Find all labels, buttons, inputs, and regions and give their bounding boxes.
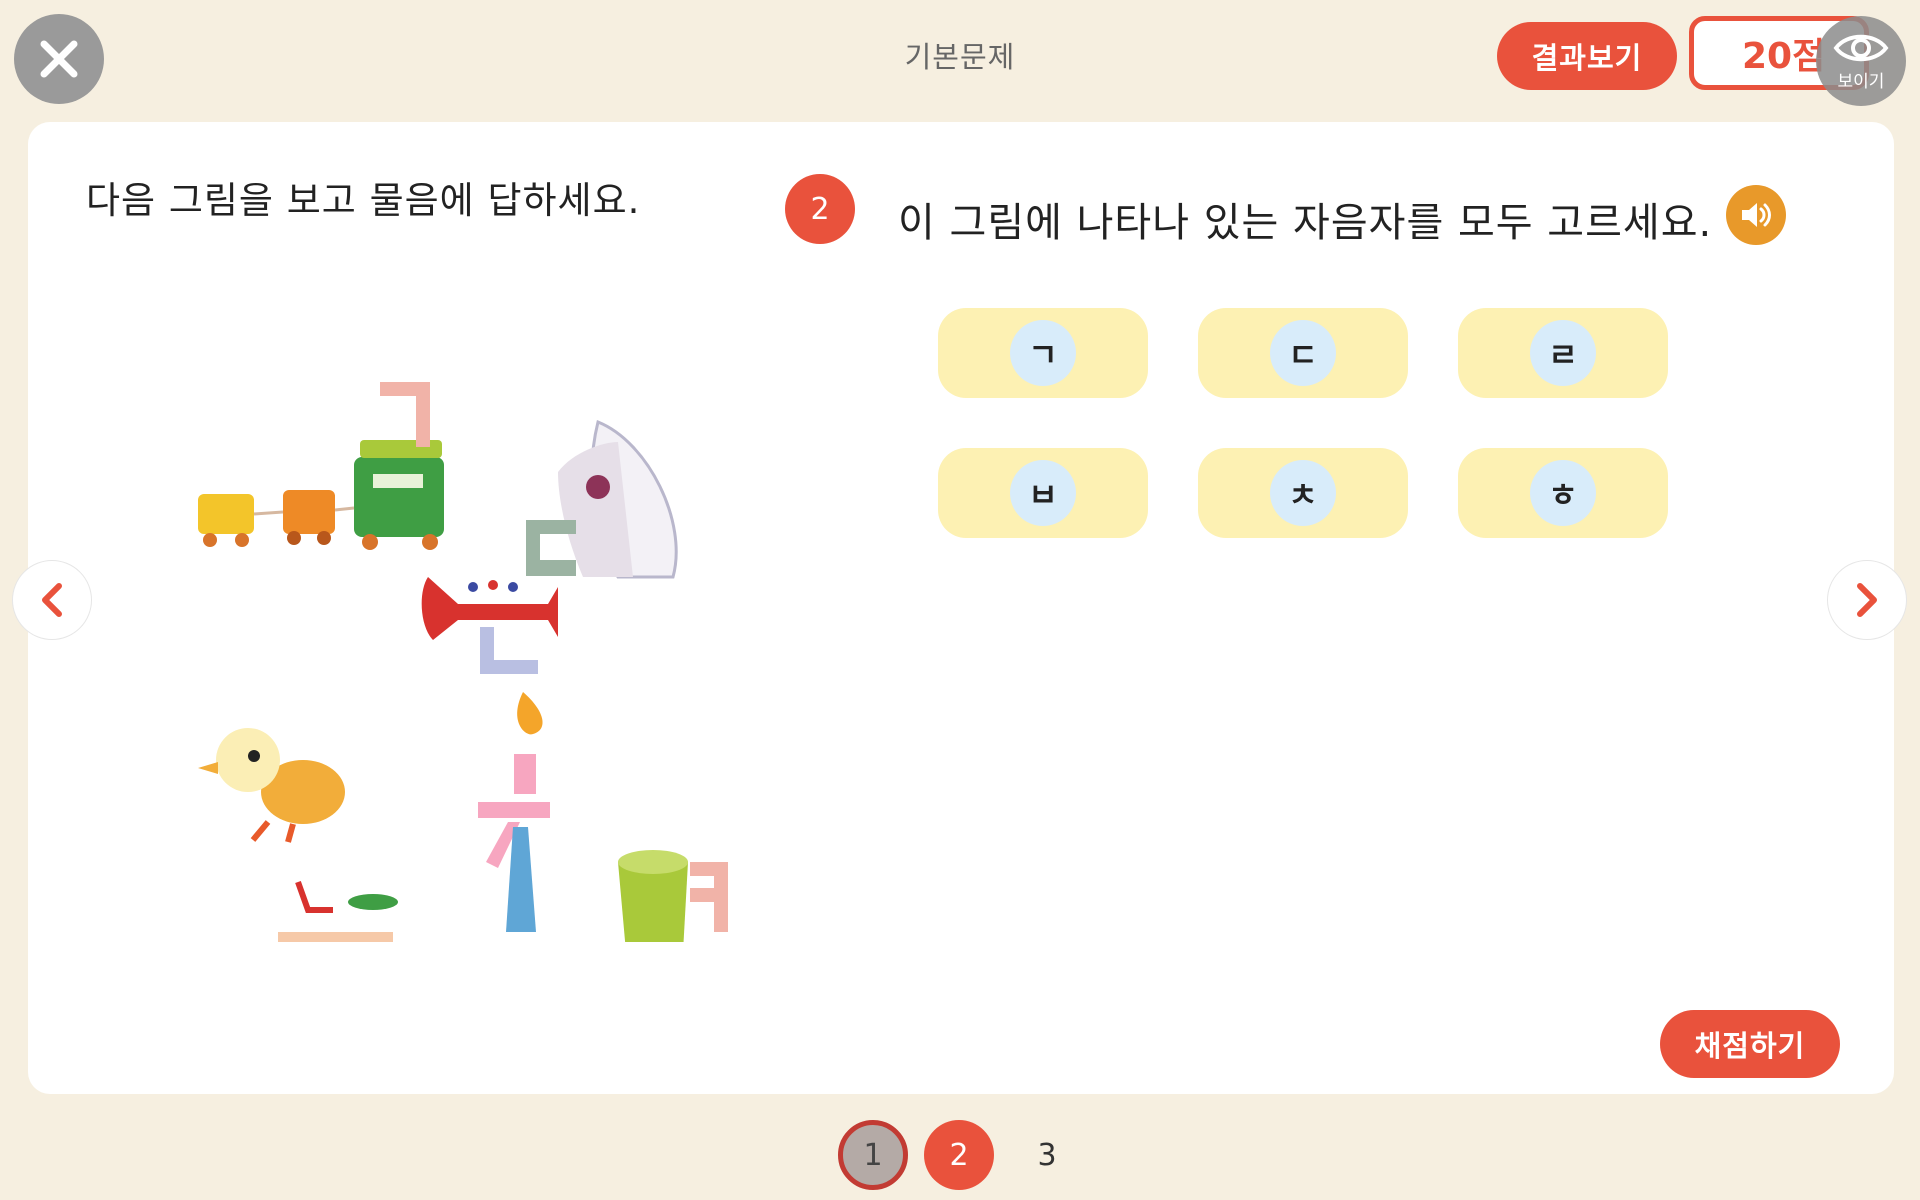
choice-option[interactable]: ㅊ [1198, 448, 1408, 538]
eye-icon [1833, 34, 1889, 61]
train-image [198, 382, 444, 550]
bicycle-image [278, 880, 398, 942]
speaker-icon [1742, 203, 1771, 227]
choice-option[interactable]: ㄷ [1198, 308, 1408, 398]
choice-letter: ㅎ [1530, 460, 1596, 526]
choice-option[interactable]: ㄱ [938, 308, 1148, 398]
choice-letter: ㄹ [1530, 320, 1596, 386]
candle-image [478, 692, 550, 932]
chevron-left-icon [42, 583, 62, 617]
show-label: 보이기 [1837, 71, 1885, 92]
consonant-illustration [198, 382, 728, 942]
choice-letter: ㄷ [1270, 320, 1336, 386]
grade-button[interactable]: 채점하기 [1660, 1010, 1840, 1078]
score-value: 20점 [1742, 36, 1826, 77]
next-button[interactable] [1827, 560, 1907, 640]
duck-image [198, 728, 345, 843]
previous-button[interactable] [12, 560, 92, 640]
choice-letter: ㅊ [1270, 460, 1336, 526]
question-card: 다음 그림을 보고 물음에 답하세요. 2 이 그림에 나타나 있는 자음자를 … [28, 122, 1894, 1094]
trumpet-image [421, 577, 558, 674]
pagination: 1 2 3 [0, 1108, 1920, 1200]
choice-letter: ㅂ [1010, 460, 1076, 526]
choice-option[interactable]: ㄹ [1458, 308, 1668, 398]
sound-button[interactable] [1726, 185, 1786, 245]
choice-option[interactable]: ㅂ [938, 448, 1148, 538]
show-answer-button[interactable]: 보이기 [1816, 16, 1906, 106]
choice-letter: ㄱ [1010, 320, 1076, 386]
question-number-badge: 2 [785, 174, 855, 244]
page-button-2[interactable]: 2 [924, 1120, 994, 1190]
choice-option[interactable]: ㅎ [1458, 448, 1668, 538]
instruction-text: 다음 그림을 보고 물음에 답하세요. [86, 179, 641, 222]
iron-image [526, 419, 678, 579]
question-text: 이 그림에 나타나 있는 자음자를 모두 고르세요. [898, 200, 1713, 246]
page-button-3[interactable]: 3 [1012, 1120, 1082, 1190]
header-bar: 기본문제 결과보기 20점 보이기 [0, 0, 1920, 108]
result-button[interactable]: 결과보기 [1497, 22, 1677, 90]
chevron-right-icon [1857, 583, 1877, 617]
cup-image [618, 850, 728, 942]
page-button-1[interactable]: 1 [838, 1120, 908, 1190]
